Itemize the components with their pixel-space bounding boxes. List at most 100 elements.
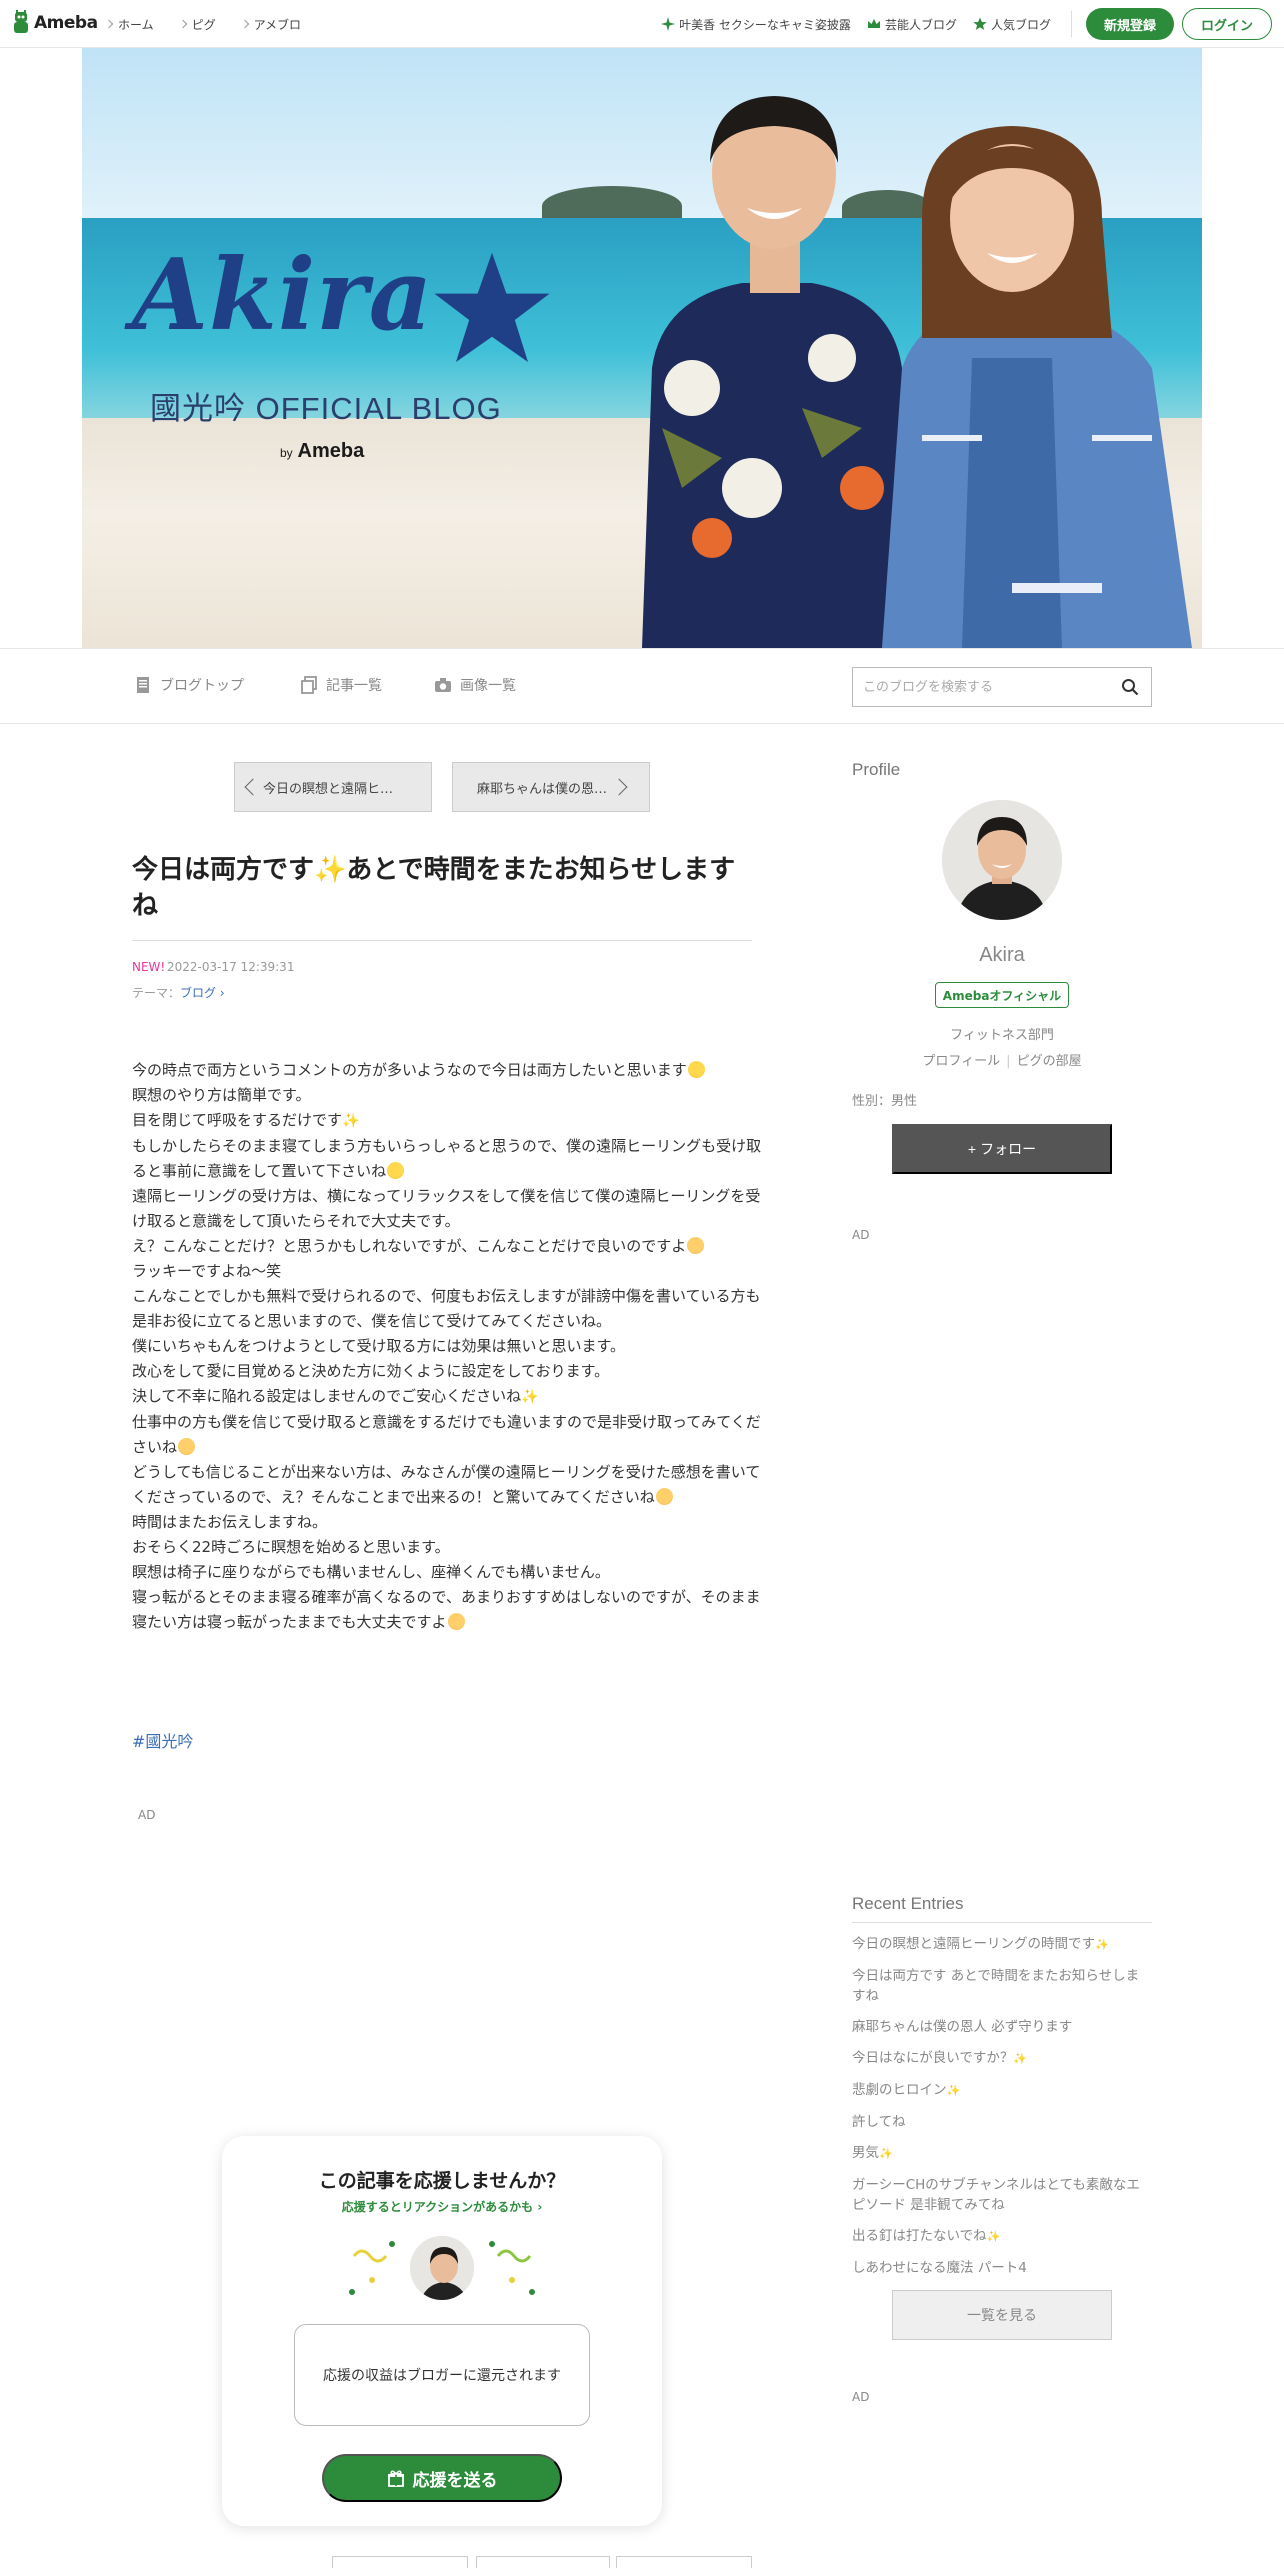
recent-entry-title: しあわせになる魔法 パート4 <box>852 2260 1027 2276</box>
chevron-right-icon <box>240 19 249 29</box>
button-stub[interactable] <box>476 2556 610 2568</box>
sparkle-icon: ✨ <box>986 2230 1001 2243</box>
theme-value: ブログ <box>180 986 217 1000</box>
hashtag-link[interactable]: #國光吟 <box>132 1728 193 1752</box>
paragraph-text: え？こんなことだけ？と思うかもしれないですが、こんなことだけで良いのですよ <box>132 1237 687 1255</box>
recent-entry[interactable]: ガーシーCHのサブチャンネルはとても素敵なエピソード 是非観てみてね <box>852 2175 1152 2215</box>
recent-entry-title: 悲劇のヒロイン <box>852 2082 947 2098</box>
chevron-left-icon <box>244 778 262 796</box>
paragraph: 遠隔ヒーリングの受け方は、横になってリラックスをして僕を信じて僕の遠隔ヒーリング… <box>132 1187 761 1230</box>
blush-emoji-icon <box>447 1613 465 1630</box>
sidebar-ad-label: AD <box>852 1228 870 1242</box>
recent-entry[interactable]: 許してね <box>852 2112 1152 2132</box>
article-title: 今日は両方です✨あとで時間をまたお知らせしますね <box>132 855 736 921</box>
recent-entry[interactable]: しあわせになる魔法 パート4 <box>852 2258 1152 2278</box>
nav-ameblo-label: アメブロ <box>253 17 302 32</box>
follow-button[interactable]: + フォロー <box>892 1124 1112 1174</box>
next-article-label: 麻耶ちゃんは僕の恩… <box>477 781 608 797</box>
recent-entry-title: 麻耶ちゃんは僕の恩人 必ず守ります <box>852 2019 1073 2035</box>
chevron-right-icon <box>104 19 114 29</box>
profile-category: フィットネス部門 <box>950 1028 1054 1043</box>
star-icon <box>973 17 987 30</box>
recent-entry-title: 男気 <box>852 2145 879 2161</box>
login-button[interactable]: ログイン <box>1181 8 1272 40</box>
paragraph: おそらく22時ごろに瞑想を始めると思います。 <box>132 1538 450 1556</box>
article-list-link[interactable]: 記事一覧 <box>300 675 382 695</box>
blog-top-link[interactable]: ブログトップ <box>134 675 244 695</box>
hero-title: Akira <box>132 238 434 353</box>
sparkle-icon: ✨ <box>1013 2052 1028 2065</box>
prev-article-link[interactable]: 今日の瞑想と遠隔ヒ… <box>234 762 432 812</box>
celebrity-blog-label: 芸能人ブログ <box>884 17 957 32</box>
recent-entry-title: 今日は両方です あとで時間をまたお知らせしますね <box>852 1968 1140 2004</box>
sparkle-icon: ✨ <box>946 2084 961 2097</box>
paragraph-text: 決して不幸に陥れる設定はしませんのでご安心くださいね <box>132 1387 522 1405</box>
chevron-right-icon <box>178 19 187 29</box>
paragraph-text: 目を閉じて呼吸をするだけです <box>132 1111 343 1129</box>
nav-home[interactable]: ホーム <box>104 16 154 33</box>
theme-link[interactable]: ブログ › <box>180 986 225 1000</box>
view-all-entries-button[interactable]: 一覧を見る <box>892 2290 1112 2340</box>
profile-avatar[interactable] <box>942 800 1062 920</box>
header-right: 叶美香 セクシーなキャミ姿披露 芸能人ブログ 人気ブログ 新規登録 ログイン <box>645 0 1272 48</box>
recent-entry[interactable]: 今日はなにが良いですか？✨ <box>852 2048 1152 2069</box>
title-divider <box>132 940 752 941</box>
recent-entry-title: 今日はなにが良いですか？ <box>852 2050 1014 2066</box>
support-reaction-link[interactable]: 応援するとリアクションがあるかも › <box>222 2198 662 2215</box>
signup-button[interactable]: 新規登録 <box>1085 8 1174 40</box>
nav-pigg-label: ピグ <box>191 17 216 32</box>
nav-home-label: ホーム <box>118 17 154 32</box>
button-stub[interactable] <box>616 2556 752 2568</box>
recent-entry[interactable]: 今日は両方です あとで時間をまたお知らせしますね <box>852 1966 1152 2006</box>
nav-ameblo[interactable]: アメブロ <box>240 16 302 33</box>
search-icon[interactable] <box>1121 678 1139 696</box>
profile-heading: Profile <box>852 760 901 779</box>
support-card: この記事を応援しませんか？ 応援するとリアクションがあるかも › 応援の収益はブ… <box>222 2136 662 2526</box>
recent-entries-divider <box>852 1922 1152 1923</box>
recent-entries-heading: Recent Entries <box>852 1894 964 1913</box>
nav-pigg[interactable]: ピグ <box>178 16 216 33</box>
header-divider <box>1070 11 1072 37</box>
sparkle-icon: ✨ <box>342 1113 360 1129</box>
blush-emoji-icon <box>655 1488 673 1505</box>
copy-icon <box>301 676 317 694</box>
paragraph: こんなことでしかも無料で受けられるので、何度もお伝えしますが誹謗中傷を書いている… <box>132 1287 761 1330</box>
prev-article-label: 今日の瞑想と遠隔ヒ… <box>263 781 394 797</box>
pigg-room-link[interactable]: ピグの部屋 <box>1017 1054 1082 1069</box>
recent-entry[interactable]: 出る釘は打たないでね✨ <box>852 2226 1152 2247</box>
recent-entry-title: 今日の瞑想と遠隔ヒーリングの時間です <box>852 1936 1095 1952</box>
support-title: この記事を応援しませんか？ <box>318 2170 566 2192</box>
theme-label: テーマ： <box>132 986 181 1000</box>
paragraph: 今の時点で両方というコメントの方が多いようなので今日は両方したいと思います <box>132 1058 762 1083</box>
blogger-avatar <box>408 2234 476 2302</box>
send-support-label: 応援を送る <box>412 2470 498 2490</box>
chevron-right-icon <box>610 778 628 796</box>
recent-entry[interactable]: 今日の瞑想と遠隔ヒーリングの時間です✨ <box>852 1934 1152 1955</box>
document-icon <box>137 677 149 693</box>
recent-entry[interactable]: 悲劇のヒロイン✨ <box>852 2080 1152 2101</box>
popular-blog-link[interactable]: 人気ブログ <box>973 16 1051 33</box>
gift-icon <box>387 2470 404 2487</box>
send-support-button[interactable]: 応援を送る <box>322 2454 562 2502</box>
sparkle-icon: ✨ <box>521 1389 539 1405</box>
ameba-logo[interactable]: Ameba <box>12 10 98 36</box>
logo-text: Ameba <box>34 13 98 33</box>
global-nav: ホーム ピグ アメブロ <box>104 0 302 48</box>
recent-entry[interactable]: 男気✨ <box>852 2143 1152 2164</box>
next-article-link[interactable]: 麻耶ちゃんは僕の恩… <box>452 762 650 812</box>
ameba-mascot-icon <box>14 10 28 33</box>
paragraph-text: 今の時点で両方というコメントの方が多いようなので今日は両方したいと思います <box>132 1061 687 1079</box>
ad-label: AD <box>138 1808 156 1822</box>
trending-link[interactable]: 叶美香 セクシーなキャミ姿披露 <box>661 16 851 33</box>
blog-search-input[interactable] <box>853 668 1103 706</box>
image-list-link[interactable]: 画像一覧 <box>434 675 516 695</box>
paragraph: もしかしたらそのまま寝てしまう方もいらっしゃると思うので、僕の遠隔ヒーリングも受… <box>132 1134 762 1184</box>
profile-link[interactable]: プロフィール <box>922 1054 1000 1069</box>
blog-header-image[interactable]: Akira 國光吟 OFFICIAL BLOG by Ameba <box>82 48 1202 648</box>
recent-entry-title: ガーシーCHのサブチャンネルはとても素敵なエピソード 是非観てみてね <box>852 2177 1140 2213</box>
celebrity-blog-link[interactable]: 芸能人ブログ <box>867 16 957 33</box>
paragraph: どうしても信じることが出来ない方は、みなさんが僕の遠隔ヒーリングを受けた感想を書… <box>132 1460 762 1510</box>
paragraph: 決して不幸に陥れる設定はしませんのでご安心くださいね✨ <box>132 1384 762 1410</box>
button-stub[interactable] <box>332 2556 468 2568</box>
recent-entry[interactable]: 麻耶ちゃんは僕の恩人 必ず守ります <box>852 2017 1152 2037</box>
